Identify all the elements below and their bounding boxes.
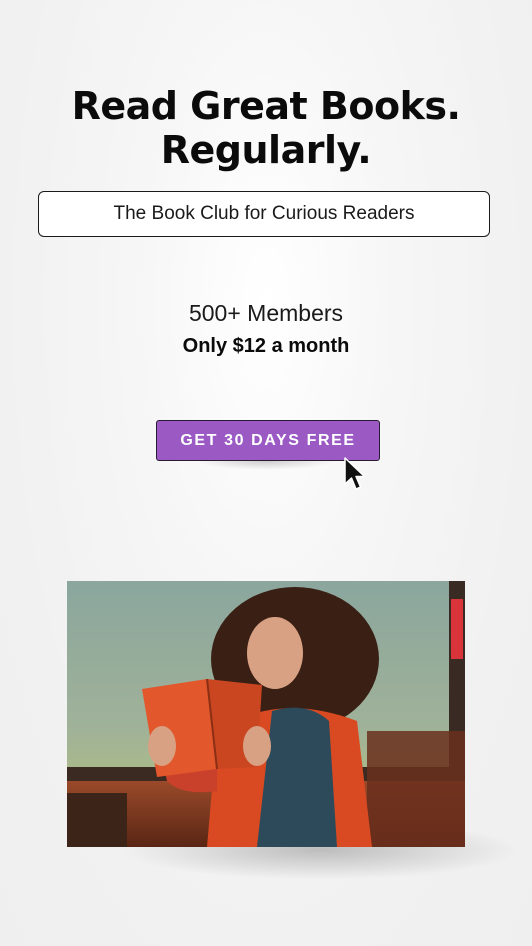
arrow-pointer-icon (344, 457, 366, 490)
get-free-trial-button[interactable]: GET 30 DAYS FREE (156, 420, 380, 461)
reading-woman-photo (67, 581, 465, 847)
price-text: Only $12 a month (182, 335, 350, 357)
headline-line-1: Read Great Books. (71, 84, 461, 128)
cta-label: GET 30 DAYS FREE (180, 431, 356, 449)
members-count: 500+ Members (188, 300, 344, 326)
headline-line-2: Regularly. (160, 128, 372, 172)
headline: Read Great Books. Regularly. (0, 84, 532, 172)
tagline-box: The Book Club for Curious Readers (38, 191, 490, 237)
tagline-text: The Book Club for Curious Readers (113, 203, 415, 224)
